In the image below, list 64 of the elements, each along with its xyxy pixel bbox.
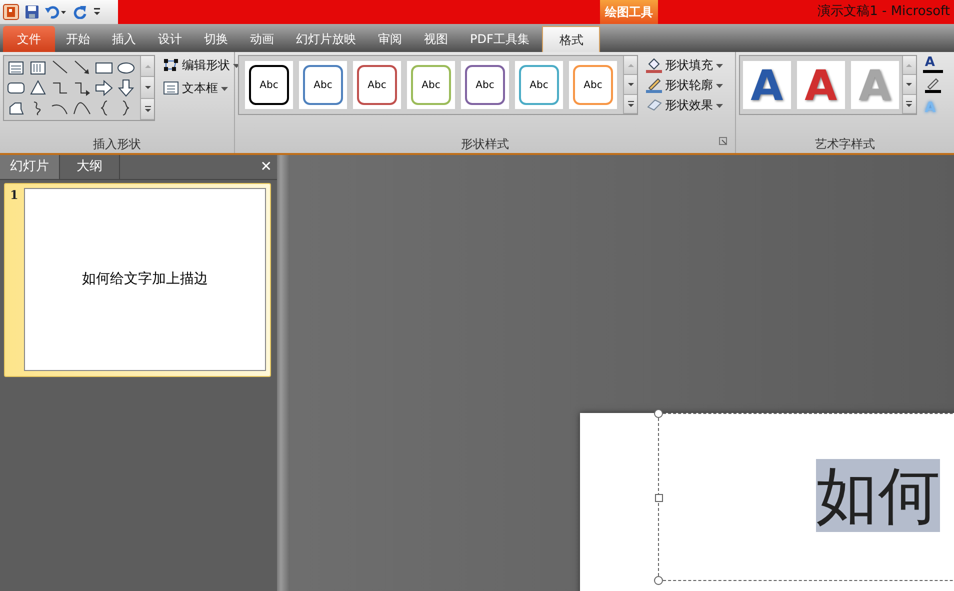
ribbon-tab[interactable]: 设计 [147, 26, 193, 52]
customize-icon[interactable] [93, 6, 101, 18]
close-button[interactable]: ✕ [258, 155, 274, 179]
pane-tab[interactable]: 大纲 [60, 155, 120, 179]
style-swatch[interactable]: Abc [461, 61, 509, 109]
pencil-icon [646, 77, 662, 93]
triangle-icon[interactable] [29, 79, 47, 97]
slide-thumbnail-frame[interactable]: 1 如何给文字加上描边 [4, 183, 271, 377]
dropdown-icon [716, 61, 723, 69]
ribbon-tab[interactable]: 动画 [239, 26, 285, 52]
ribbon-tab[interactable]: 格式 [542, 26, 600, 52]
edit-points-icon [163, 58, 179, 72]
dropdown-icon [716, 101, 723, 109]
vertical-textbox-icon[interactable] [29, 59, 47, 77]
ribbon-tab[interactable]: PDF工具集 [459, 26, 540, 52]
ribbon-button[interactable]: 文本框 [161, 78, 242, 98]
window-title: 演示文稿1 - Microsoft [818, 3, 951, 22]
resize-handle[interactable] [654, 409, 663, 418]
save-icon[interactable] [25, 5, 39, 19]
slide-text: 如何 [816, 459, 940, 532]
style-swatch[interactable]: Abc [569, 61, 617, 109]
style-swatch[interactable]: Abc [299, 61, 347, 109]
group-label: 形状样式 [235, 135, 735, 153]
app-icon[interactable] [3, 4, 19, 20]
style-swatch[interactable]: Abc [407, 61, 455, 109]
slide-title: 如何给文字加上描边 [82, 270, 208, 289]
dropdown-icon [221, 84, 228, 92]
redo-icon[interactable] [73, 5, 87, 19]
group-label: 插入形状 [92, 136, 142, 153]
textbox-icon [163, 81, 179, 95]
style-swatch[interactable]: Abc [353, 61, 401, 109]
ribbon-tab[interactable]: 开始 [55, 26, 101, 52]
ribbon-tab[interactable]: 插入 [101, 26, 147, 52]
right-arrow-icon[interactable] [95, 79, 113, 97]
ribbon-button[interactable]: 形状填充 [644, 55, 725, 75]
text-fill-button[interactable]: A [922, 55, 943, 73]
arrow-line-icon[interactable] [73, 59, 91, 77]
resize-handle[interactable] [655, 494, 663, 502]
text-outline-button[interactable] [922, 76, 943, 94]
pane-tab[interactable]: 幻灯片 [0, 155, 60, 179]
undo-icon[interactable] [45, 5, 67, 19]
pencil-icon [924, 77, 941, 93]
fill-bucket-icon [646, 57, 662, 73]
down-arrow-icon[interactable] [117, 79, 135, 97]
style-swatch[interactable]: Abc [515, 61, 563, 109]
ribbon-button[interactable]: 形状效果 [644, 95, 725, 115]
ribbon-button[interactable]: 形状轮廓 [644, 75, 725, 95]
ribbon-tab[interactable]: 视图 [413, 26, 459, 52]
wordart-style[interactable]: A [742, 61, 791, 109]
ribbon-tab[interactable]: 幻灯片放映 [285, 26, 367, 52]
effects-icon [646, 97, 662, 113]
group-label: 艺术字样式 [814, 136, 876, 153]
resize-handle[interactable] [654, 576, 663, 585]
ribbon-button[interactable]: 编辑形状 [161, 55, 242, 75]
ribbon-tab[interactable]: 审阅 [367, 26, 413, 52]
dialog-launcher-icon[interactable] [718, 137, 727, 145]
ribbon-tab[interactable]: 文件 [3, 26, 55, 52]
style-swatch[interactable]: Abc [245, 61, 293, 109]
slide-number: 1 [10, 188, 20, 204]
dropdown-icon [716, 81, 723, 89]
contextual-tab-label: 绘图工具 [600, 0, 658, 24]
wordart-style[interactable]: A [796, 61, 845, 109]
ribbon-tab[interactable]: 切换 [193, 26, 239, 52]
textbox-icon[interactable] [7, 59, 25, 77]
